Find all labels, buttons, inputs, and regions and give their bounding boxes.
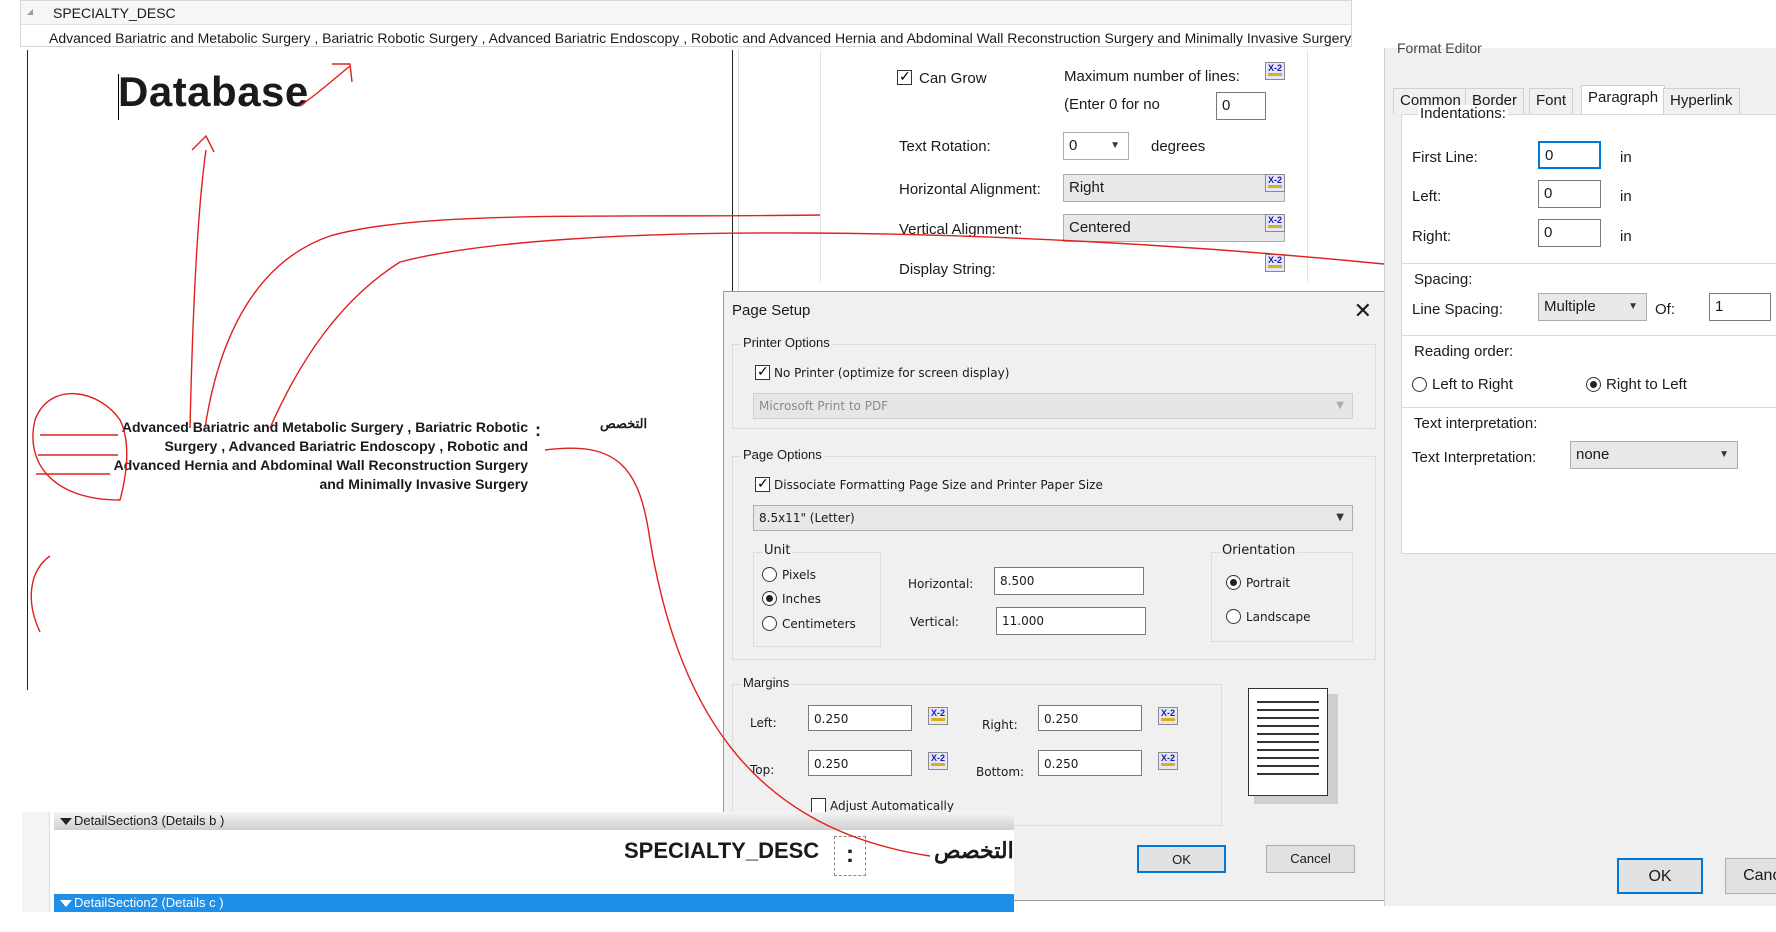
annotation-curve-to-valign [204, 214, 821, 429]
annotation-arrow-up [189, 134, 215, 429]
annotation-curve-to-bottom-label [544, 447, 931, 857]
annotation-overlay [30, 63, 1385, 857]
annotation-circle [32, 393, 128, 501]
annotation-arrow-to-field [299, 63, 353, 107]
red-annotation-strokes [30, 63, 1385, 857]
annotation-curve-to-hline [269, 232, 1385, 429]
annotation-side-mark [30, 555, 51, 633]
annotation-lines [36, 434, 118, 475]
